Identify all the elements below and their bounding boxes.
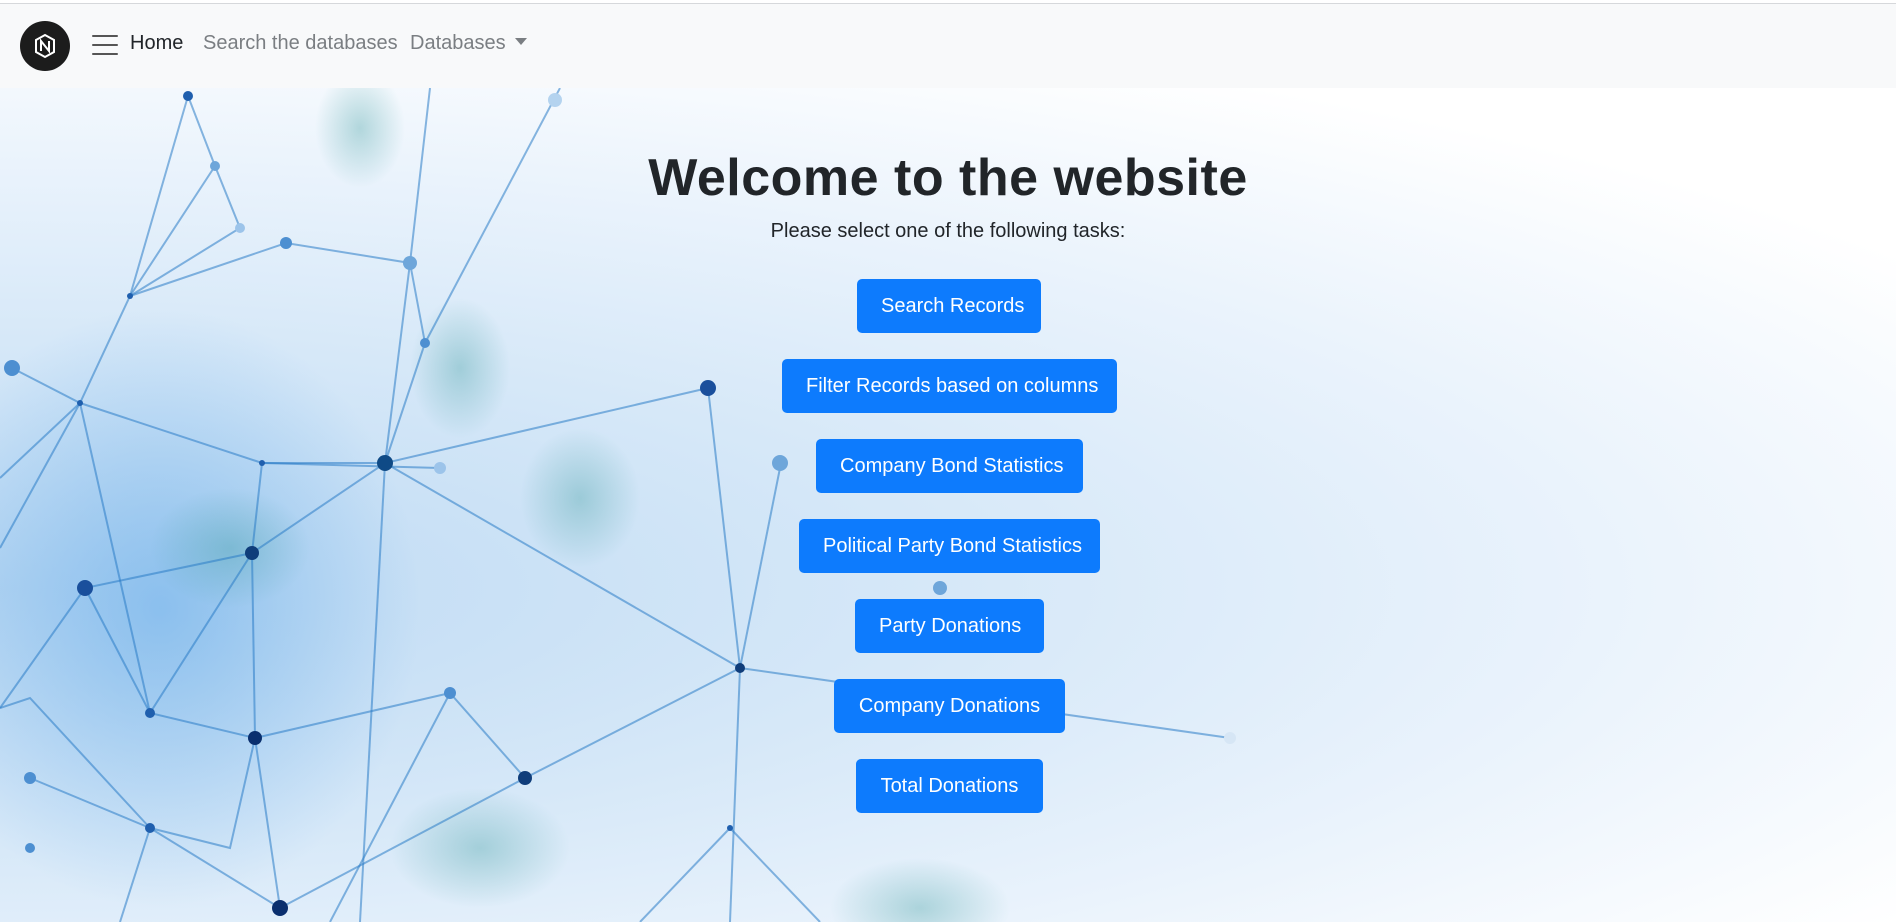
brand-logo-icon[interactable] — [20, 21, 70, 71]
hamburger-menu-icon[interactable] — [92, 35, 118, 57]
databases-dropdown-label: Databases — [410, 32, 506, 54]
page-subtitle: Please select one of the following tasks… — [770, 220, 1126, 242]
hero-section: Welcome to the website Please select one… — [0, 88, 1896, 922]
nav-search-databases-link[interactable]: Search the databases — [203, 32, 398, 55]
page-title: Welcome to the website — [648, 149, 1248, 207]
caret-down-icon — [514, 38, 527, 45]
nav-home-link[interactable]: Home — [130, 32, 183, 55]
filter-records-button[interactable]: Filter Records based on columns — [782, 359, 1117, 413]
search-records-button[interactable]: Search Records — [857, 279, 1041, 333]
company-bond-statistics-button[interactable]: Company Bond Statistics — [816, 439, 1083, 493]
political-party-bond-statistics-button[interactable]: Political Party Bond Statistics — [799, 519, 1100, 573]
company-donations-button[interactable]: Company Donations — [834, 679, 1065, 733]
party-donations-button[interactable]: Party Donations — [855, 599, 1044, 653]
total-donations-button[interactable]: Total Donations — [856, 759, 1043, 813]
nav-databases-dropdown[interactable]: Databases — [410, 32, 527, 55]
navbar: Home Search the databases Databases — [0, 4, 1896, 88]
